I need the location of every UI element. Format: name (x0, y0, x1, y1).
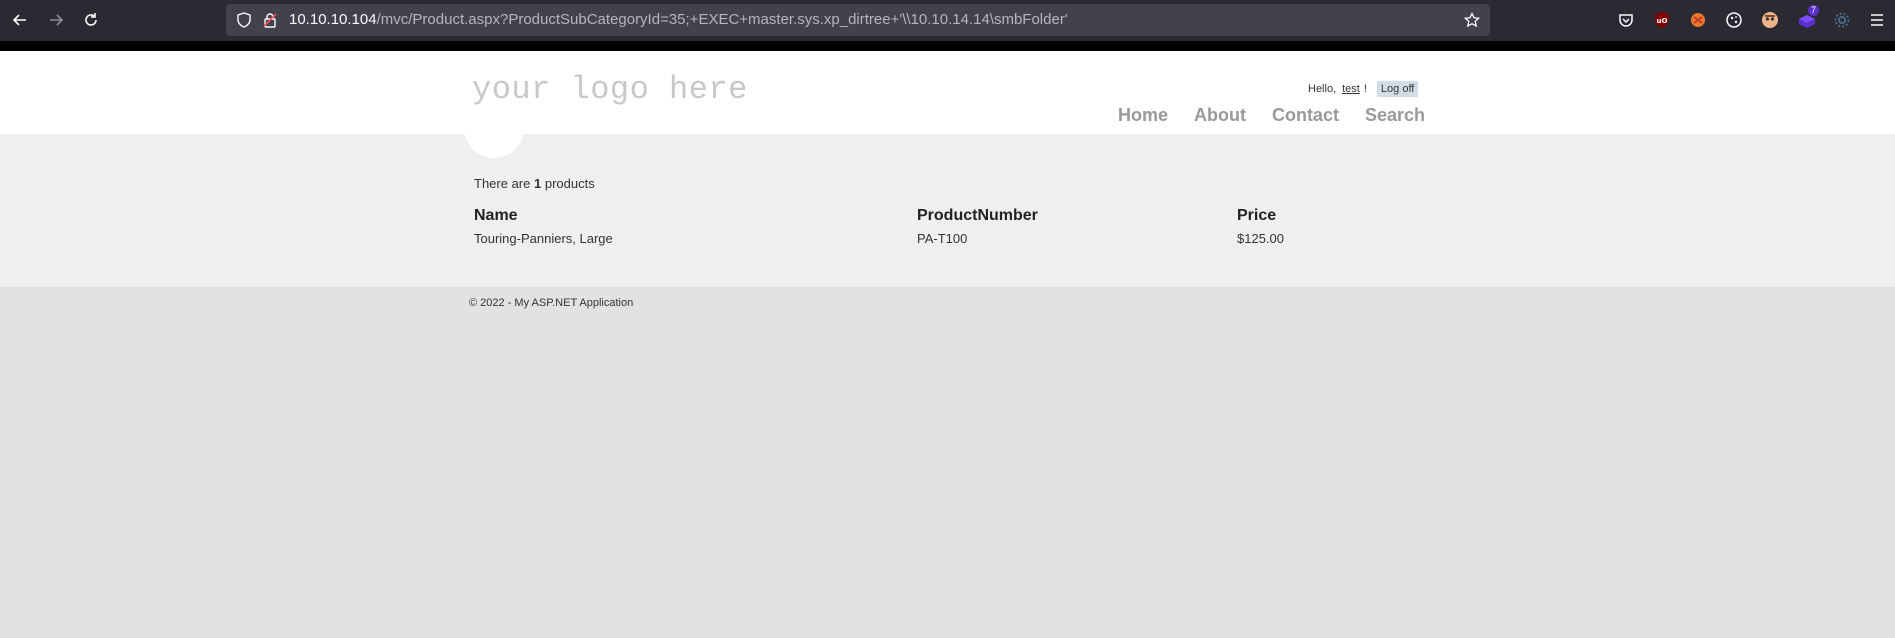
column-price: Price $125.00 (1237, 207, 1284, 246)
main-menu: Home About Contact Search (1118, 105, 1425, 126)
lock-icon[interactable] (262, 12, 278, 28)
shield-icon[interactable] (236, 12, 252, 28)
extension-icon[interactable] (1689, 11, 1707, 29)
menu-about[interactable]: About (1194, 105, 1246, 126)
header-productnumber: ProductNumber (917, 207, 1038, 224)
column-name: Name Touring-Panniers, Large (474, 207, 613, 246)
cookie-icon[interactable] (1725, 11, 1743, 29)
cell-productnumber: PA-T100 (917, 231, 968, 246)
bookmark-star-icon[interactable] (1463, 11, 1481, 28)
count-value: 1 (534, 176, 542, 191)
menu-contact[interactable]: Contact (1272, 105, 1339, 126)
header-name: Name (474, 207, 518, 224)
pocket-icon[interactable] (1617, 11, 1635, 29)
product-count: There are 1 products (474, 176, 595, 191)
count-suffix: products (544, 176, 595, 191)
avatar-icon[interactable] (1761, 11, 1779, 29)
menu-home[interactable]: Home (1118, 105, 1168, 126)
site-logo[interactable]: your logo here (472, 71, 748, 108)
ublock-icon[interactable]: uO (1653, 11, 1671, 29)
url-host: 10.10.10.104 (289, 11, 377, 28)
site-header: your logo here Hello, test ! Log off Hom… (0, 51, 1895, 134)
extension-badge: 7 (1808, 5, 1820, 16)
address-bar[interactable]: 10.10.10.104/mvc/Product.aspx?ProductSub… (226, 4, 1490, 36)
menu-icon[interactable] (1869, 11, 1887, 29)
reload-icon[interactable] (81, 10, 101, 30)
footer-text: © 2022 - My ASP.NET Application (469, 297, 634, 309)
browser-toolbar: 10.10.10.104/mvc/Product.aspx?ProductSub… (0, 0, 1895, 41)
greeting-text: Hello, (1308, 83, 1337, 95)
column-productnumber: ProductNumber PA-T100 (917, 207, 1038, 246)
header-price: Price (1237, 207, 1277, 224)
extension-badge-icon[interactable]: 7 (1797, 5, 1820, 29)
divider (0, 41, 1895, 51)
logoff-link[interactable]: Log off (1376, 81, 1419, 97)
back-icon[interactable] (10, 10, 30, 30)
menu-search[interactable]: Search (1365, 105, 1425, 126)
count-prefix: There are (474, 176, 531, 191)
login-section: Hello, test ! Log off (1308, 81, 1419, 97)
cell-price: $125.00 (1237, 231, 1284, 246)
url-text[interactable]: 10.10.10.104/mvc/Product.aspx?ProductSub… (289, 4, 1068, 36)
forward-icon[interactable] (46, 10, 66, 30)
exclaim-text: ! (1363, 83, 1367, 95)
url-path: /mvc/Product.aspx?ProductSubCategoryId=3… (376, 11, 1068, 28)
username-link[interactable]: test (1342, 83, 1360, 95)
main-content: There are 1 products Name Touring-Pannie… (0, 110, 1895, 287)
svg-text:uO: uO (1657, 17, 1668, 25)
cell-name: Touring-Panniers, Large (474, 231, 613, 246)
settings-icon[interactable] (1833, 11, 1851, 29)
decorative-circle (464, 110, 524, 158)
